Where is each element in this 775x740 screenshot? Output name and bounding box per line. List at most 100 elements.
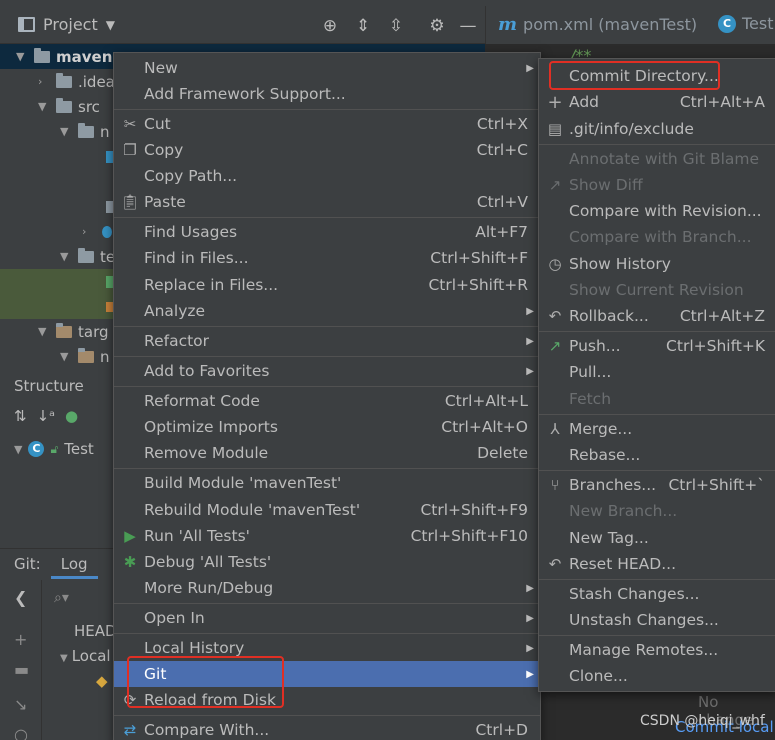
folder-icon <box>56 72 72 88</box>
menu-item-push[interactable]: ↗ Push... Ctrl+Shift+K <box>539 333 775 359</box>
menu-item-rebase[interactable]: Rebase... <box>539 442 775 468</box>
watermark: CSDN @heiqi_whf <box>640 713 765 729</box>
menu-item-branches[interactable]: ⑂ Branches... Ctrl+Shift+` <box>539 472 775 498</box>
gear-icon[interactable]: ⚙ <box>427 16 447 36</box>
minimize-icon[interactable]: — <box>458 16 478 36</box>
push-icon: ↗ <box>548 337 562 355</box>
menu-item-remove-module[interactable]: Remove Module Delete <box>114 440 540 466</box>
menu-item-merge[interactable]: ⅄ Merge... <box>539 416 775 442</box>
editor-tab-bar: m pom.xml (mavenTest) C Test. <box>485 6 775 44</box>
tree-label: targ <box>78 322 109 341</box>
menu-item-add-framework[interactable]: Add Framework Support... <box>114 81 540 107</box>
menu-item-new-branch[interactable]: New Branch... <box>539 498 775 524</box>
git-ref-local[interactable]: ▼ Local <box>60 647 111 665</box>
menu-item-debug-all-tests[interactable]: ✱ Debug 'All Tests' <box>114 549 540 575</box>
crosshair-icon[interactable]: ⊕ <box>320 16 340 36</box>
git-panel-title: Git: <box>14 554 41 573</box>
tree-label: n <box>100 122 110 141</box>
class-icon <box>102 225 112 238</box>
menu-item-show-diff[interactable]: ↗ Show Diff <box>539 172 775 198</box>
module-folder-icon <box>34 47 50 63</box>
tree-label: src <box>78 97 100 116</box>
menu-item-optimize-imports[interactable]: Optimize Imports Ctrl+Alt+O <box>114 414 540 440</box>
menu-item-copy-path[interactable]: Copy Path... <box>114 163 540 189</box>
submenu-arrow-icon: ▶ <box>526 582 534 594</box>
menu-item-pull[interactable]: Pull... <box>539 359 775 385</box>
menu-item-fetch[interactable]: Fetch <box>539 386 775 412</box>
fetch-icon[interactable]: ↘ <box>14 695 27 714</box>
collapse-all-icon[interactable]: ⇳ <box>386 16 406 36</box>
menu-item-new-tag[interactable]: New Tag... <box>539 525 775 551</box>
chevron-down-icon: ▼ <box>14 442 23 456</box>
git-submenu: Commit Directory... + Add Ctrl+Alt+A ▤ .g… <box>538 58 775 692</box>
menu-item-stash[interactable]: Stash Changes... <box>539 581 775 607</box>
highlight-git <box>127 656 284 708</box>
menu-item-copy[interactable]: ❐ Copy Ctrl+C <box>114 137 540 163</box>
menu-item-build-module[interactable]: Build Module 'mavenTest' <box>114 470 540 496</box>
tab-pom-xml[interactable]: m pom.xml (mavenTest) <box>498 14 697 35</box>
menu-item-git-add[interactable]: + Add Ctrl+Alt+A <box>539 89 775 115</box>
menu-item-clone[interactable]: Clone... <box>539 663 775 689</box>
plus-icon[interactable]: + <box>14 630 27 649</box>
chevron-down-icon[interactable]: ▼ <box>106 18 115 32</box>
folder-icon <box>56 322 72 338</box>
menu-item-analyze[interactable]: Analyze ▶ <box>114 298 540 324</box>
plus-icon: + <box>547 91 563 113</box>
show-inherited-icon[interactable]: ● <box>65 407 78 425</box>
menu-item-new[interactable]: New ▶ <box>114 55 540 81</box>
tree-label: n <box>100 347 110 366</box>
merge-icon: ⅄ <box>550 420 560 438</box>
menu-item-find-usages[interactable]: Find Usages Alt+F7 <box>114 219 540 245</box>
tab-label: Test. <box>742 14 775 33</box>
sort-by-visibility-icon[interactable]: ⇅ <box>14 407 27 425</box>
menu-item-manage-remotes[interactable]: Manage Remotes... <box>539 637 775 663</box>
structure-item[interactable]: ▼ C 🔓︎ Test <box>14 440 94 458</box>
menu-item-replace-in-files[interactable]: Replace in Files... Ctrl+Shift+R <box>114 272 540 298</box>
git-ref-local-label: Local <box>71 647 111 665</box>
menu-item-compare-revision[interactable]: Compare with Revision... <box>539 198 775 224</box>
tree-label: maven <box>56 47 113 66</box>
submenu-arrow-icon: ▶ <box>526 668 534 680</box>
git-panel-header: Git: Log <box>0 548 120 579</box>
menu-item-compare-with[interactable]: ⇄ Compare With... Ctrl+D <box>114 717 540 740</box>
maven-icon: m <box>498 14 518 35</box>
diff-icon: ↗ <box>548 176 562 194</box>
copy-icon: ❐ <box>123 141 137 159</box>
menu-item-rollback[interactable]: ↶ Rollback... Ctrl+Alt+Z <box>539 303 775 329</box>
search-icon[interactable]: ⌕▾ <box>54 590 69 606</box>
submenu-arrow-icon: ▶ <box>526 365 534 377</box>
menu-item-rebuild-module[interactable]: Rebuild Module 'mavenTest' Ctrl+Shift+F9 <box>114 497 540 523</box>
menu-item-reset-head[interactable]: ↶ Reset HEAD... <box>539 551 775 577</box>
branch-icon: ⑂ <box>550 476 560 494</box>
menu-item-paste[interactable]: 📋︎ Paste Ctrl+V <box>114 189 540 215</box>
menu-item-compare-branch[interactable]: Compare with Branch... <box>539 224 775 250</box>
menu-item-add-to-favorites[interactable]: Add to Favorites ▶ <box>114 358 540 384</box>
menu-item-unstash[interactable]: Unstash Changes... <box>539 607 775 633</box>
menu-item-cut[interactable]: ✂ Cut Ctrl+X <box>114 111 540 137</box>
menu-item-show-current-revision[interactable]: Show Current Revision <box>539 277 775 303</box>
search-icon[interactable]: ○ <box>14 725 28 740</box>
menu-item-reformat-code[interactable]: Reformat Code Ctrl+Alt+L <box>114 388 540 414</box>
trash-icon[interactable]: ▬ <box>14 660 29 679</box>
menu-item-open-in[interactable]: Open In ▶ <box>114 605 540 631</box>
menu-item-git-exclude[interactable]: ▤ .git/info/exclude <box>539 116 775 142</box>
menu-item-find-in-files[interactable]: Find in Files... Ctrl+Shift+F <box>114 245 540 271</box>
git-exclude-icon: ▤ <box>547 120 563 138</box>
project-view-selector[interactable]: Project ▼ <box>18 15 115 34</box>
menu-item-refactor[interactable]: Refactor ▶ <box>114 328 540 354</box>
compare-icon: ⇄ <box>123 721 137 739</box>
git-ref-head[interactable]: HEAD <box>74 622 117 640</box>
tab-log[interactable]: Log <box>50 549 98 579</box>
folder-icon <box>56 97 72 113</box>
menu-item-run-all-tests[interactable]: ▶ Run 'All Tests' Ctrl+Shift+F10 <box>114 523 540 549</box>
tab-test[interactable]: C Test. <box>718 14 775 33</box>
menu-item-annotate-blame[interactable]: Annotate with Git Blame <box>539 146 775 172</box>
submenu-arrow-icon: ▶ <box>526 612 534 624</box>
menu-item-show-history[interactable]: ◷ Show History <box>539 251 775 277</box>
project-context-menu: New ▶ Add Framework Support... ✂ Cut Ctrl+… <box>113 52 541 740</box>
sort-alpha-icon[interactable]: ↓ᵃ <box>37 407 55 425</box>
submenu-arrow-icon: ▶ <box>526 642 534 654</box>
chevron-left-icon[interactable]: ❮ <box>14 588 27 607</box>
expand-all-icon[interactable]: ⇕ <box>353 16 373 36</box>
menu-item-more-run-debug[interactable]: More Run/Debug ▶ <box>114 575 540 601</box>
